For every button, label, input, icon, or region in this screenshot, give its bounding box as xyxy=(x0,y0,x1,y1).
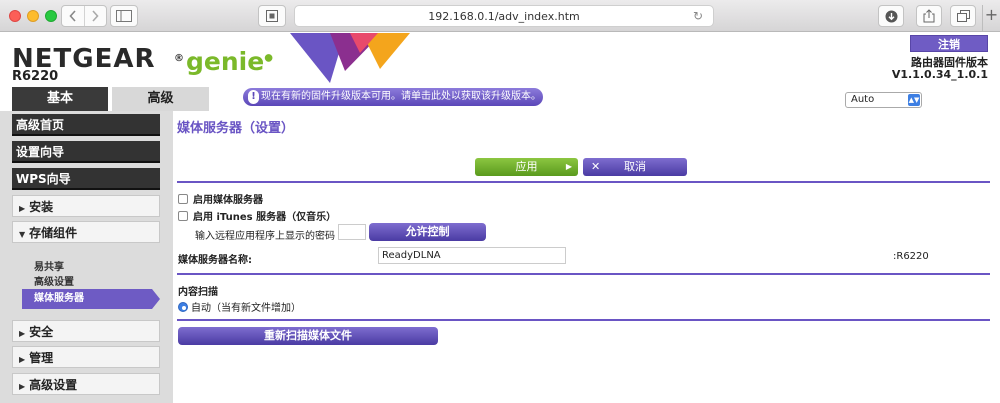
divider xyxy=(177,319,990,321)
sidebar-item-setup[interactable]: ▶ 安装 xyxy=(12,195,160,217)
server-name-label: 媒体服务器名称: xyxy=(178,255,252,266)
sidebar-item-advanced-setup[interactable]: ▶ 高级设置 xyxy=(12,373,160,395)
server-name-input[interactable]: ReadyDLNA xyxy=(378,247,566,264)
divider xyxy=(177,181,990,183)
select-arrows-icon: ▲▼ xyxy=(908,94,920,106)
remote-password-field[interactable] xyxy=(338,224,366,240)
enable-itunes-row: 启用 iTunes 服务器（仅音乐） xyxy=(178,208,336,223)
url-text: 192.168.0.1/adv_index.htm xyxy=(428,10,580,23)
reload-icon[interactable]: ↻ xyxy=(693,9,703,23)
enable-media-server-row: 启用媒体服务器 xyxy=(178,191,263,206)
divider xyxy=(177,273,990,275)
triangle-down-icon: ▼ xyxy=(19,230,26,239)
decorative-shapes-icon xyxy=(290,33,410,83)
sidebar-item-setup-wizard[interactable]: 设置向导 xyxy=(12,141,160,163)
close-icon: ✕ xyxy=(591,160,601,173)
download-icon xyxy=(885,10,897,22)
alert-icon: ! xyxy=(248,90,259,104)
window-close-button[interactable] xyxy=(9,10,21,22)
new-tab-button[interactable]: + xyxy=(982,5,1000,31)
tabs-icon xyxy=(956,10,970,22)
main-content: 媒体服务器（设置） 应用 ▶ ✕ 取消 启用媒体服务器 启用 iTunes 服务… xyxy=(173,111,1000,403)
apply-button[interactable]: 应用 ▶ xyxy=(475,158,578,176)
chevron-left-icon xyxy=(69,10,76,22)
back-button[interactable] xyxy=(62,6,84,26)
page-title: 媒体服务器（设置） xyxy=(177,121,295,136)
sidebar-icon xyxy=(116,10,132,22)
tabs-overview-button[interactable] xyxy=(950,5,976,27)
router-header: NETGEAR ®genie● R6220 注销 路由器固件版本 V1.1.0.… xyxy=(0,33,1000,111)
sidebar-item-administration[interactable]: ▶ 管理 xyxy=(12,346,160,368)
logout-button[interactable]: 注销 xyxy=(910,35,988,52)
triangle-right-icon: ▶ xyxy=(19,329,26,338)
stop-icon xyxy=(266,10,278,22)
content-scan-title: 内容扫描 xyxy=(178,287,218,298)
triangle-right-icon: ▶ xyxy=(19,355,26,364)
firmware-update-notice[interactable]: ! 现在有新的固件升级版本可用。请单击此处以获取该升级版本。 xyxy=(243,88,543,106)
tab-advanced[interactable]: 高级 xyxy=(112,87,209,111)
share-button[interactable] xyxy=(916,5,942,27)
enable-media-server-checkbox[interactable] xyxy=(178,193,188,204)
server-name-suffix: :R6220 xyxy=(893,251,929,262)
remote-password-label: 输入远程应用程序上显示的密码 xyxy=(195,231,335,242)
sidebar-item-wps-wizard[interactable]: WPS向导 xyxy=(12,168,160,190)
rescan-media-button[interactable]: 重新扫描媒体文件 xyxy=(178,327,438,345)
sidebar-subitem-readyshare[interactable]: 易共享 xyxy=(34,258,64,273)
tab-basic[interactable]: 基本 xyxy=(12,87,108,111)
sidebar-toggle-button[interactable] xyxy=(110,5,138,27)
sidebar-subitem-media-server[interactable]: 媒体服务器 xyxy=(22,289,160,309)
brand-suffix: ®genie● xyxy=(174,47,273,76)
window-maximize-button[interactable] xyxy=(45,10,57,22)
window-minimize-button[interactable] xyxy=(27,10,39,22)
sidebar-item-security[interactable]: ▶ 安全 xyxy=(12,320,160,342)
enable-itunes-checkbox[interactable] xyxy=(178,210,188,221)
auto-scan-row: 自动（当有新文件增加） xyxy=(178,299,301,314)
firmware-version: V1.1.0.34_1.0.1 xyxy=(891,68,988,81)
cancel-button[interactable]: ✕ 取消 xyxy=(583,158,687,176)
sidebar-item-usb-storage[interactable]: ▼ 存储组件 xyxy=(12,221,160,243)
sidebar-subitem-advanced-settings[interactable]: 高级设置 xyxy=(34,273,74,288)
sidebar: 高级首页 设置向导 WPS向导 ▶ 安装 ▼ 存储组件 易共享 高级设置 媒体服务器… xyxy=(0,111,173,403)
allow-control-button[interactable]: 允许控制 xyxy=(369,223,486,241)
language-select[interactable]: Auto ▲▼ xyxy=(845,92,922,108)
sidebar-item-advanced-home[interactable]: 高级首页 xyxy=(12,114,160,136)
triangle-right-icon: ▶ xyxy=(19,382,26,391)
chevron-right-icon xyxy=(92,10,99,22)
router-model: R6220 xyxy=(12,69,59,84)
reader-button[interactable] xyxy=(258,5,286,27)
play-icon: ▶ xyxy=(565,162,572,171)
auto-scan-radio[interactable] xyxy=(178,301,188,312)
downloads-button[interactable] xyxy=(878,5,904,27)
browser-toolbar: 192.168.0.1/adv_index.htm ↻ + xyxy=(0,0,1000,32)
forward-button[interactable] xyxy=(83,6,107,26)
share-icon xyxy=(923,9,935,23)
address-bar[interactable]: 192.168.0.1/adv_index.htm ↻ xyxy=(294,5,714,27)
triangle-right-icon: ▶ xyxy=(19,204,26,213)
history-nav xyxy=(61,5,107,27)
plus-icon: + xyxy=(984,5,999,24)
